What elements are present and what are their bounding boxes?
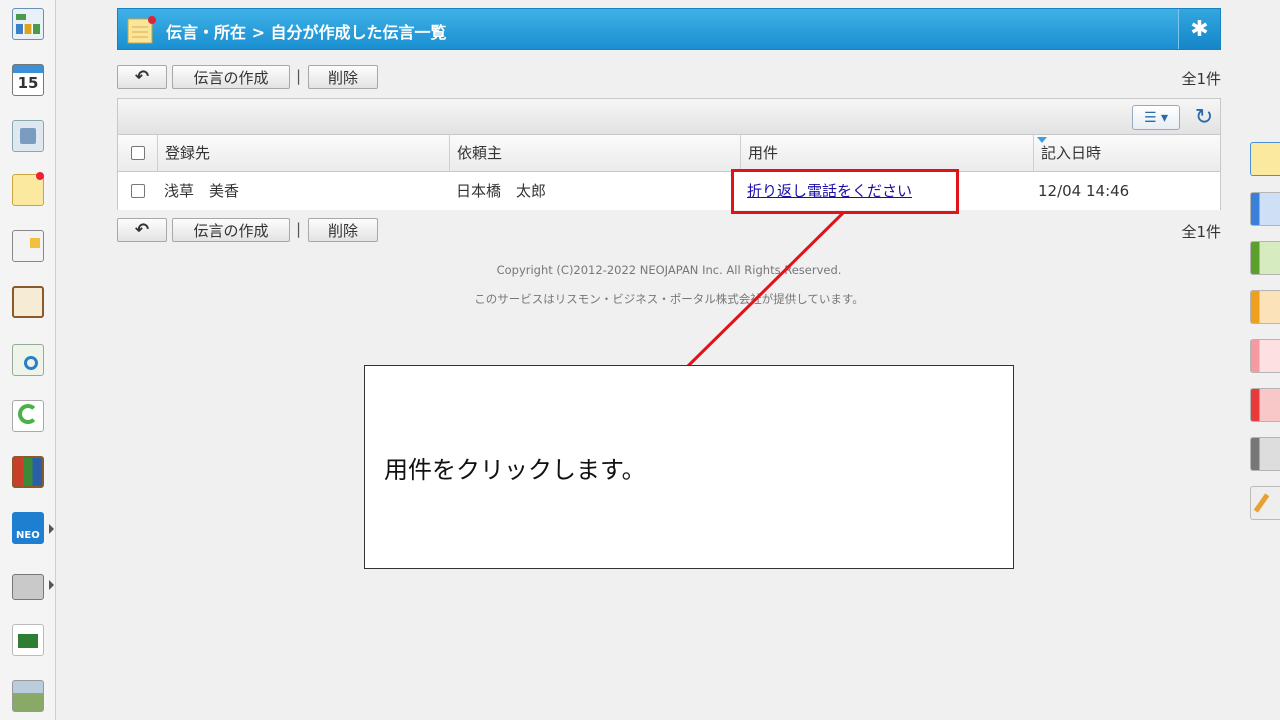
page-header: 伝言・所在 > 自分が作成した伝言一覧 ✱: [117, 8, 1221, 50]
folder-icon[interactable]: [10, 564, 54, 604]
toolbar-separator: |: [296, 220, 302, 238]
workflow-icon[interactable]: [10, 396, 46, 436]
back-button[interactable]: ↶: [117, 65, 167, 89]
total-count: 全1件: [1181, 70, 1221, 88]
expand-arrow-icon[interactable]: [49, 524, 54, 534]
total-count: 全1件: [1181, 223, 1221, 241]
select-all-checkbox[interactable]: [131, 146, 145, 160]
orange-tab[interactable]: [1250, 290, 1280, 324]
row-checkbox[interactable]: [131, 184, 145, 198]
message-memo-icon[interactable]: [10, 170, 46, 210]
gear-icon: ✱: [1190, 16, 1209, 42]
message-list-panel: ☰ ▾ ↻ 登録先 依頼主 用件 記入日時 浅草 美香 日本橋 太郎 折り返し電…: [117, 98, 1221, 210]
memo-tab-icon[interactable]: [1250, 142, 1280, 176]
red-tab[interactable]: [1250, 388, 1280, 422]
row-datetime: 12/04 14:46: [1038, 182, 1130, 200]
row-requester: 日本橋 太郎: [456, 182, 547, 200]
sort-desc-icon: [1037, 137, 1047, 143]
panel-toolbar: ☰ ▾ ↻: [118, 99, 1220, 135]
back-arrow-icon: ↶: [134, 67, 150, 87]
create-message-button[interactable]: 伝言の作成: [172, 218, 290, 242]
refresh-button[interactable]: ↻: [1190, 103, 1218, 131]
cabinet-icon[interactable]: [10, 452, 46, 492]
highlight-box: [731, 169, 959, 214]
settings-button[interactable]: ✱: [1178, 9, 1220, 49]
list-menu-icon: ☰ ▾: [1143, 109, 1169, 126]
instruction-callout: 用件をクリックします。: [364, 365, 1014, 569]
delete-button[interactable]: 削除: [308, 218, 378, 242]
table-header: 登録先 依頼主 用件 記入日時: [118, 135, 1220, 172]
right-tab-bar: [1246, 0, 1280, 720]
calendar-icon[interactable]: 15: [10, 60, 46, 100]
refresh-icon: ↻: [1194, 104, 1214, 130]
column-requester[interactable]: 依頼主: [449, 135, 740, 172]
column-recipient[interactable]: 登録先: [157, 135, 449, 172]
toolbar-separator: |: [296, 67, 302, 85]
copyright-text: Copyright (C)2012-2022 NEOJAPAN Inc. All…: [496, 263, 842, 277]
back-button[interactable]: ↶: [117, 218, 167, 242]
todo-search-icon[interactable]: [10, 340, 46, 380]
column-datetime[interactable]: 記入日時: [1033, 135, 1220, 172]
message-memo-icon: [126, 15, 156, 45]
bulletin-icon[interactable]: [10, 226, 46, 266]
row-recipient: 浅草 美香: [164, 182, 240, 200]
pencil-edit-icon[interactable]: [1250, 486, 1280, 520]
clipboard-icon[interactable]: [10, 282, 46, 322]
column-datetime-label: 記入日時: [1041, 144, 1102, 162]
column-menu-button[interactable]: ☰ ▾: [1132, 105, 1180, 130]
facility-icon[interactable]: [10, 116, 46, 156]
delete-button[interactable]: 削除: [308, 65, 378, 89]
blue-tab[interactable]: [1250, 192, 1280, 226]
pink-tab[interactable]: [1250, 339, 1280, 373]
column-subject[interactable]: 用件: [740, 135, 1033, 172]
app-sidebar: 15 NEO: [0, 0, 56, 720]
provider-text: このサービスはリスモン・ビジネス・ポータル株式会社が提供しています。: [474, 292, 864, 306]
gray-tab[interactable]: [1250, 437, 1280, 471]
photo-banner-icon[interactable]: [10, 676, 46, 716]
table-row: 浅草 美香 日本橋 太郎 折り返し電話をください 12/04 14:46: [118, 173, 1220, 210]
bottom-toolbar: ↶ 伝言の作成 | 削除 全1件: [117, 218, 1221, 242]
page-title: 伝言・所在 > 自分が作成した伝言一覧: [166, 23, 447, 42]
create-message-button[interactable]: 伝言の作成: [172, 65, 290, 89]
link-banner-icon[interactable]: [10, 620, 46, 660]
expand-arrow-icon[interactable]: [49, 580, 54, 590]
top-toolbar: ↶ 伝言の作成 | 削除 全1件: [117, 65, 1221, 89]
green-tab[interactable]: [1250, 241, 1280, 275]
neo-app-icon[interactable]: NEO: [10, 508, 54, 548]
instruction-text: 用件をクリックします。: [384, 456, 646, 484]
portal-icon[interactable]: [10, 4, 46, 44]
back-arrow-icon: ↶: [134, 220, 150, 240]
